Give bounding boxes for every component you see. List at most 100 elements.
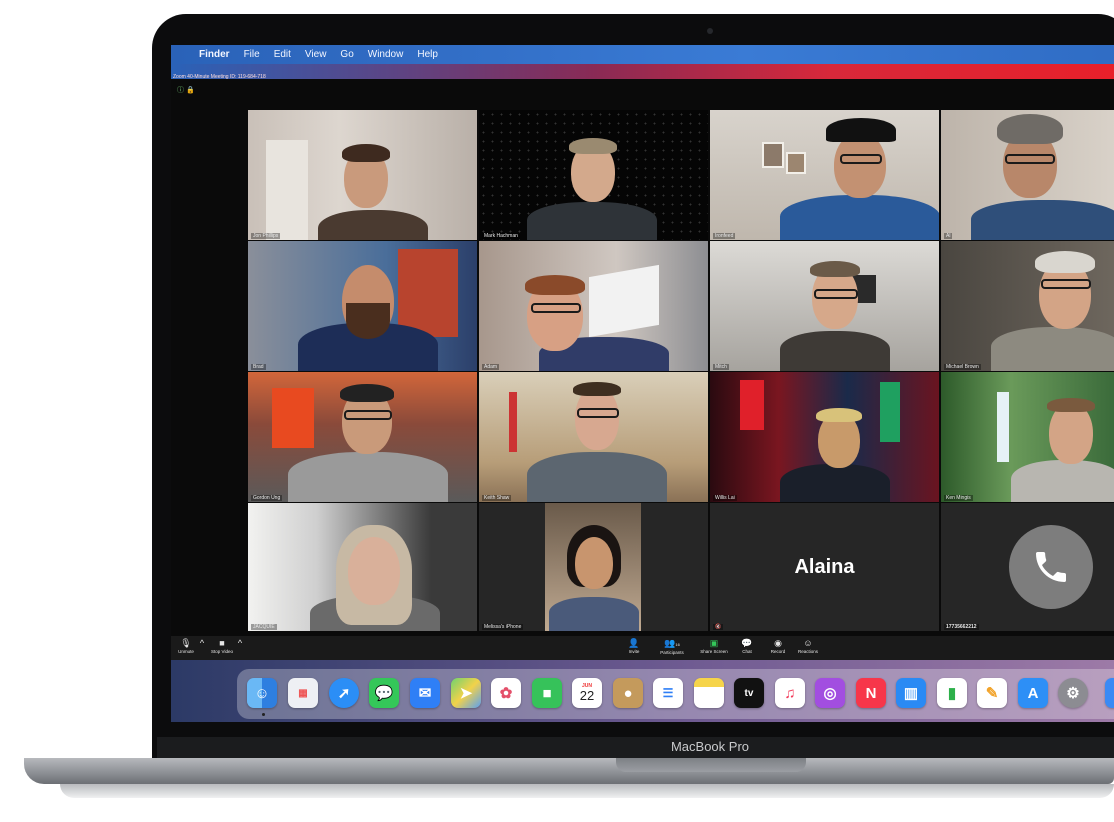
participant-name: Mark Hachman: [482, 233, 520, 239]
participant-muted-icon: 🔇: [713, 624, 724, 630]
video-tile-no-video[interactable]: Alaina 🔇: [710, 503, 939, 631]
photos-icon[interactable]: ✿: [491, 678, 521, 708]
invite-button[interactable]: 👤 Invite: [623, 638, 645, 654]
participant-name: Mitch: [713, 364, 729, 370]
person-body: [1011, 460, 1114, 502]
menu-file[interactable]: File: [244, 49, 260, 60]
laptop-screen: Finder File Edit View Go Window Help ▣ Z…: [171, 45, 1114, 722]
participant-name: Ironfeed: [713, 233, 736, 239]
participant-name: Melissa's iPhone: [482, 624, 524, 630]
audio-options-chevron-icon[interactable]: ^: [197, 638, 207, 649]
dock-overflow-icon[interactable]: [1105, 678, 1114, 708]
person-hair: [1047, 398, 1095, 412]
menu-go[interactable]: Go: [340, 49, 353, 60]
beard: [346, 303, 390, 339]
participants-count: 16: [675, 642, 680, 647]
video-tile-phone-caller[interactable]: 17735662212: [941, 503, 1114, 631]
music-icon[interactable]: ♫: [775, 678, 805, 708]
video-tile[interactable]: Melissa's iPhone: [479, 503, 708, 631]
meeting-info-icon[interactable]: ⓘ 🔒: [177, 85, 195, 95]
calendar-icon[interactable]: JUN 22: [572, 678, 602, 708]
glasses: [577, 408, 619, 418]
glasses: [531, 303, 581, 313]
unmute-button[interactable]: 🎙︎ Unmute: [173, 638, 199, 654]
neon-sign: [880, 382, 900, 442]
reactions-icon: ☺: [803, 638, 813, 648]
person-cap: [826, 118, 896, 142]
reminders-icon[interactable]: ☰: [653, 678, 683, 708]
person-body: [780, 464, 890, 502]
menu-help[interactable]: Help: [417, 49, 438, 60]
mail-icon[interactable]: ✉: [410, 678, 440, 708]
menu-window[interactable]: Window: [368, 49, 404, 60]
menu-view[interactable]: View: [305, 49, 327, 60]
menu-edit[interactable]: Edit: [274, 49, 291, 60]
participant-name: 17735662212: [944, 624, 979, 630]
share-screen-icon: ▣: [709, 638, 719, 648]
stop-video-button[interactable]: ■ Stop Video: [207, 638, 237, 654]
reactions-button[interactable]: ☺ Reactions: [793, 638, 823, 654]
contacts-icon[interactable]: ●: [613, 678, 643, 708]
maps-icon[interactable]: ➤: [451, 678, 481, 708]
person-hair: [810, 261, 860, 277]
participant-name: Jon Phillips: [251, 233, 281, 239]
share-screen-button[interactable]: ▣ Share Screen: [697, 638, 731, 654]
video-options-chevron-icon[interactable]: ^: [235, 638, 245, 649]
participant-name: Willis Lai: [713, 495, 737, 501]
video-tile[interactable]: Adam: [479, 241, 708, 371]
participants-button[interactable]: 👥16 Participants: [655, 638, 689, 655]
microphone-muted-icon: 🎙︎: [180, 638, 192, 648]
tv-icon[interactable]: tv: [734, 678, 764, 708]
facetime-icon[interactable]: ■: [532, 678, 562, 708]
record-button[interactable]: ◉ Record: [767, 638, 789, 654]
person-body: [971, 200, 1114, 240]
lid-opening-notch: [616, 758, 806, 772]
pages-icon[interactable]: ✎: [977, 678, 1007, 708]
messages-icon[interactable]: 💬: [369, 678, 399, 708]
participant-name: Brad: [251, 364, 266, 370]
video-tile[interactable]: Ken Mingis: [941, 372, 1114, 502]
person-head: [348, 537, 400, 605]
podcasts-icon[interactable]: ◎: [815, 678, 845, 708]
add-person-icon: 👤: [628, 638, 640, 648]
system-preferences-icon[interactable]: ⚙: [1058, 678, 1088, 708]
video-gallery: Jon Phillips Mark Hachman Ironfeed Al Br…: [248, 110, 1114, 631]
video-tile[interactable]: Brad: [248, 241, 477, 371]
safari-icon[interactable]: ➚: [329, 678, 359, 708]
person-hair: [569, 138, 617, 154]
video-tile[interactable]: Jon Phillips: [248, 110, 477, 240]
video-tile[interactable]: Willis Lai: [710, 372, 939, 502]
laptop-base: [24, 758, 1114, 784]
news-icon[interactable]: N: [856, 678, 886, 708]
app-store-icon[interactable]: A: [1018, 678, 1048, 708]
participant-name: Gordon Ung: [251, 495, 283, 501]
video-tile[interactable]: Keith Shaw: [479, 372, 708, 502]
person-body: [549, 597, 639, 631]
notes-icon[interactable]: [694, 678, 724, 708]
chat-button[interactable]: 💬 Chat: [737, 638, 757, 654]
laptop-shadow: [60, 784, 1114, 798]
meeting-toolbar: 🎙︎ Unmute ^ ■ Stop Video ^ 👤 Invite 👥16 Part…: [171, 636, 1114, 660]
video-tile[interactable]: Mark Hachman: [479, 110, 708, 240]
person-body: [288, 452, 448, 502]
menu-finder[interactable]: Finder: [199, 49, 230, 60]
person-hair: [340, 384, 394, 402]
video-tile[interactable]: Ironfeed: [710, 110, 939, 240]
participant-name: Al: [944, 233, 953, 239]
zoom-title-bar: [171, 64, 1114, 79]
video-tile[interactable]: Al: [941, 110, 1114, 240]
numbers-icon[interactable]: ▮: [937, 678, 967, 708]
person-body: [780, 195, 939, 240]
wall-frame: [762, 142, 784, 168]
neon-sign: [740, 380, 764, 430]
video-tile[interactable]: JACQUIE: [248, 503, 477, 631]
launchpad-icon[interactable]: ▦: [288, 678, 318, 708]
finder-icon[interactable]: ☺: [247, 678, 277, 708]
keynote-icon[interactable]: ▥: [896, 678, 926, 708]
person-hair: [1035, 251, 1095, 273]
video-tile[interactable]: Mitch: [710, 241, 939, 371]
participant-name: Ken Mingis: [944, 495, 973, 501]
video-tile-active-speaker[interactable]: Gordon Ung: [248, 372, 477, 502]
video-tile[interactable]: Michael Brown: [941, 241, 1114, 371]
person-body: [318, 210, 428, 240]
